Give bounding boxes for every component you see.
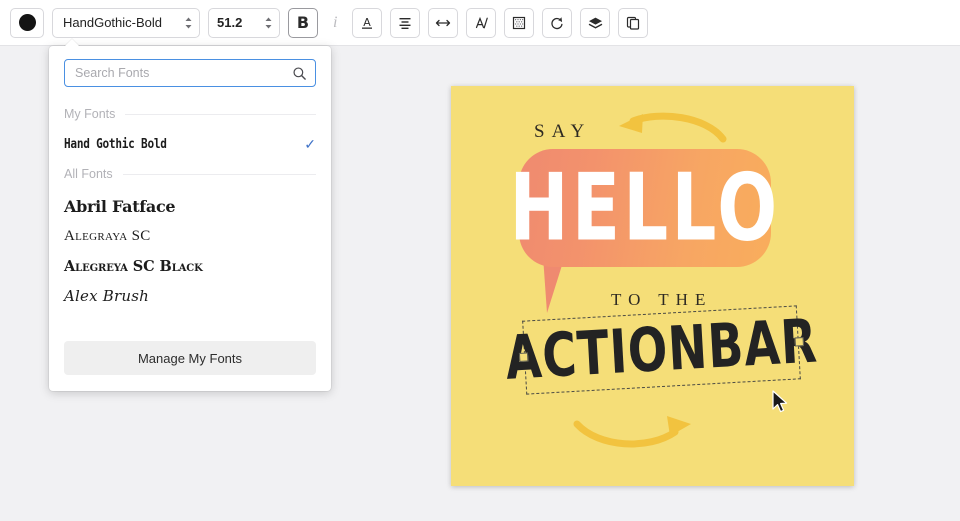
- font-item-label: Alex Brush: [64, 287, 149, 305]
- font-size-value: 51.2: [217, 15, 260, 30]
- font-search-field[interactable]: [64, 59, 316, 87]
- font-list-item-abril-fatface[interactable]: Abril Fatface: [64, 191, 316, 221]
- search-icon[interactable]: [292, 66, 307, 81]
- stepper-arrows-icon[interactable]: [184, 16, 193, 30]
- font-panel-caret-icon: [64, 39, 80, 47]
- design-canvas-frame: HELLO SAY TO THE ACTIONBAR: [451, 86, 854, 486]
- letter-spacing-icon: [434, 15, 452, 31]
- font-list-item-hand-gothic-bold[interactable]: Hand Gothic Bold ✓: [64, 127, 316, 161]
- text-selection-box[interactable]: ACTIONBAR: [522, 305, 801, 394]
- letter-spacing-button[interactable]: [428, 8, 458, 38]
- text-transform-icon: [472, 15, 490, 31]
- text-color-swatch-button[interactable]: [10, 8, 44, 38]
- font-item-label: Hand Gothic Bold: [64, 136, 167, 152]
- font-item-label: Alegraya SC: [64, 228, 151, 245]
- svg-text:A: A: [364, 16, 372, 29]
- bold-label: B: [297, 13, 309, 32]
- section-label: All Fonts: [64, 167, 113, 181]
- section-header-my-fonts: My Fonts: [64, 101, 316, 127]
- font-family-value: HandGothic-Bold: [63, 15, 180, 30]
- font-list-item-alex-brush[interactable]: Alex Brush: [64, 281, 316, 311]
- rotate-button[interactable]: [542, 8, 572, 38]
- font-list-item-alegraya-sc[interactable]: Alegraya SC: [64, 221, 316, 251]
- text-texture-button[interactable]: [504, 8, 534, 38]
- selection-handle-left-middle[interactable]: [519, 352, 528, 361]
- text-align-center-button[interactable]: [390, 8, 420, 38]
- layers-button[interactable]: [580, 8, 610, 38]
- font-item-label: Alegreya SC Black: [64, 258, 203, 275]
- manage-my-fonts-button[interactable]: Manage My Fonts: [64, 341, 316, 375]
- check-icon: ✓: [304, 137, 316, 151]
- curved-arrow-right-icon: [571, 406, 701, 454]
- font-picker-panel: My Fonts Hand Gothic Bold ✓ All Fonts Ab…: [49, 46, 331, 391]
- say-text[interactable]: SAY: [534, 121, 591, 143]
- selection-handle-right-middle[interactable]: [795, 337, 804, 346]
- design-editor-window: HandGothic-Bold 51.2 B i A: [0, 0, 960, 521]
- italic-button[interactable]: i: [326, 14, 344, 32]
- duplicate-button[interactable]: [618, 8, 648, 38]
- actionbar-text[interactable]: ACTIONBAR: [541, 302, 782, 398]
- duplicate-icon: [625, 15, 641, 31]
- text-align-center-icon: [397, 15, 413, 31]
- font-size-select[interactable]: 51.2: [208, 8, 280, 38]
- design-canvas[interactable]: HELLO SAY TO THE ACTIONBAR: [451, 86, 854, 486]
- section-divider: [123, 174, 316, 175]
- font-item-label: Abril Fatface: [64, 197, 175, 216]
- text-underline-button[interactable]: A: [352, 8, 382, 38]
- search-input[interactable]: [75, 66, 292, 80]
- text-underline-icon: A: [359, 15, 375, 31]
- stepper-arrows-icon[interactable]: [264, 16, 273, 30]
- text-toolbar: HandGothic-Bold 51.2 B i A: [0, 0, 960, 46]
- bold-button[interactable]: B: [288, 8, 318, 38]
- text-texture-icon: [511, 15, 527, 31]
- section-divider: [125, 114, 316, 115]
- font-family-select[interactable]: HandGothic-Bold: [52, 8, 200, 38]
- text-transform-button[interactable]: [466, 8, 496, 38]
- font-list-item-alegreya-sc-black[interactable]: Alegreya SC Black: [64, 251, 316, 281]
- pointer-arrow-icon: [771, 390, 791, 416]
- hello-text[interactable]: HELLO: [542, 144, 749, 271]
- section-header-all-fonts: All Fonts: [64, 161, 316, 187]
- layers-icon: [587, 15, 604, 31]
- color-swatch-circle-icon: [19, 14, 36, 31]
- rotate-icon: [549, 15, 565, 31]
- section-label: My Fonts: [64, 107, 115, 121]
- curved-arrow-left-icon: [611, 108, 731, 154]
